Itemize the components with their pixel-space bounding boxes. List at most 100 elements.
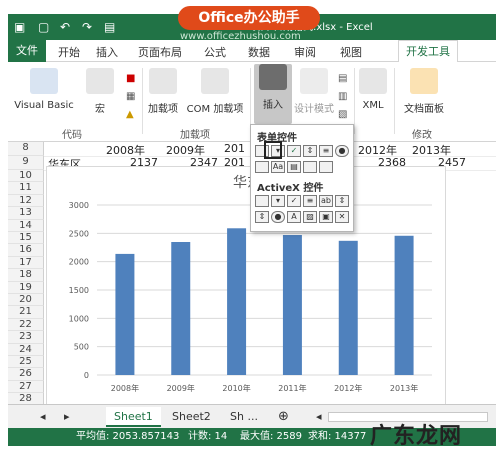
xml-button[interactable]: XML <box>358 68 388 111</box>
activex-label-icon[interactable]: A <box>287 211 301 223</box>
x-tick-label: 2011年 <box>278 383 306 393</box>
com-addins-button[interactable]: COM 加载项 <box>184 68 246 115</box>
tab-home[interactable]: 开始 <box>58 44 80 60</box>
y-tick-label: 1500 <box>69 286 89 295</box>
macro-button[interactable]: 宏 <box>80 68 120 115</box>
tab-developer[interactable]: 开发工具 <box>398 40 458 63</box>
addins-button[interactable]: 加载项 <box>146 68 180 115</box>
row-header[interactable]: 8 <box>8 142 44 156</box>
label-control-icon[interactable]: Aa <box>271 161 285 173</box>
row-header[interactable]: 17 <box>8 256 44 270</box>
prev-sheet-icon[interactable]: ◂ <box>32 407 54 427</box>
text-field-icon[interactable] <box>303 161 317 173</box>
bar <box>282 235 302 375</box>
site-watermark-url: www.officezhushou.com <box>180 31 301 42</box>
bar-chart[interactable]: 华东 0 500 1000 1500 2000 2500 3000 2008年 2009年 2010… <box>46 166 446 406</box>
site-watermark: Office办公助手 <box>178 6 320 30</box>
undo-icon[interactable]: ↶ <box>60 14 70 40</box>
activex-toggle-icon[interactable]: ▣ <box>319 211 333 223</box>
row-header[interactable]: 11 <box>8 182 44 195</box>
group-label-code: 代码 <box>62 130 82 141</box>
row-header[interactable]: 24 <box>8 343 44 356</box>
save-icon[interactable]: ▢ <box>38 14 49 40</box>
activex-checkbox-icon[interactable]: ✓ <box>287 195 301 207</box>
tab-insert[interactable]: 插入 <box>96 44 118 60</box>
status-count: 计数: 14 <box>188 431 228 442</box>
document-panel-icon <box>410 68 438 94</box>
sheet-tab-sheet2[interactable]: Sheet2 <box>164 407 219 427</box>
document-panel-button[interactable]: 文档面板 <box>398 68 450 115</box>
addins-label: 加载项 <box>148 104 178 115</box>
visual-basic-label: Visual Basic <box>14 100 74 111</box>
sheet-tab-sheet1[interactable]: Sheet1 <box>106 407 161 427</box>
hscroll-left-icon[interactable]: ◂ <box>308 407 330 427</box>
redo-icon[interactable]: ↷ <box>82 14 92 40</box>
design-mode-icon <box>300 68 328 94</box>
y-tick-label: 1000 <box>69 314 89 323</box>
tab-page-layout[interactable]: 页面布局 <box>138 44 182 60</box>
macro-icon <box>86 68 114 94</box>
row-header[interactable]: 25 <box>8 356 44 369</box>
ribbon-tab-bar: 文件 开始 插入 页面布局 公式 数据 审阅 视图 开发工具 <box>8 40 496 63</box>
cell[interactable]: 201 <box>224 142 245 155</box>
chart-canvas: 华东0500100015002000250030002008年 2009年 2010… <box>69 175 432 393</box>
status-average: 平均值: 2053.857143 <box>76 431 180 442</box>
y-tick-label: 3000 <box>69 201 89 210</box>
corner-watermark: 广东龙网 <box>370 424 463 449</box>
row-header[interactable]: 26 <box>8 368 44 381</box>
visual-basic-button[interactable]: Visual Basic <box>14 68 74 111</box>
x-tick-label: 2009年 <box>167 383 195 393</box>
activex-scroll-icon[interactable]: ⇕ <box>335 195 349 207</box>
activex-list-icon[interactable]: ≡ <box>303 195 317 207</box>
activex-textbox-icon[interactable]: ab <box>319 195 333 207</box>
tab-view[interactable]: 视图 <box>340 44 362 60</box>
row-header[interactable]: 27 <box>8 380 44 394</box>
macro-security-icon[interactable]: ▲ <box>126 102 134 128</box>
row-header[interactable]: 9 <box>8 156 44 170</box>
x-tick-label: 2012年 <box>334 383 362 393</box>
row-header[interactable]: 23 <box>8 331 44 344</box>
activex-spin-icon[interactable]: ⇕ <box>255 211 269 223</box>
status-max: 最大值: 2589 <box>240 431 302 442</box>
add-sheet-icon[interactable]: ⊕ <box>270 407 297 427</box>
more-controls-icon[interactable]: ✕ <box>335 211 349 223</box>
scroll-bar-icon[interactable]: ▤ <box>287 161 301 173</box>
activex-combo-icon[interactable]: ▾ <box>271 195 285 207</box>
row-header[interactable]: 22 <box>8 318 44 332</box>
row-header[interactable]: 10 <box>8 170 44 183</box>
group-label-addins: 加载项 <box>180 130 210 141</box>
row-header[interactable]: 21 <box>8 306 44 319</box>
design-mode-button[interactable]: 设计模式 <box>294 68 334 115</box>
row-header[interactable]: 15 <box>8 232 44 245</box>
doc-panel-label: 文档面板 <box>404 104 444 115</box>
insert-controls-button[interactable]: 插入 <box>254 64 292 124</box>
activex-option-icon[interactable]: ● <box>271 211 285 223</box>
insert-label: 插入 <box>263 100 283 111</box>
tab-data[interactable]: 数据 <box>248 44 270 60</box>
row-header[interactable]: 19 <box>8 281 44 294</box>
tab-formulas[interactable]: 公式 <box>204 44 226 60</box>
option-button-icon[interactable]: ● <box>335 145 349 157</box>
row-header[interactable]: 18 <box>8 269 44 282</box>
group-separator <box>394 68 395 134</box>
list-box-icon[interactable]: ≡ <box>319 145 333 157</box>
row-header[interactable]: 13 <box>8 207 44 220</box>
activex-image-icon[interactable]: ▨ <box>303 211 317 223</box>
combo-list-edit-icon[interactable] <box>319 161 333 173</box>
next-sheet-icon[interactable]: ▸ <box>56 407 78 427</box>
sheet-tab-more[interactable]: Sh ... <box>222 407 266 427</box>
folder-icon[interactable]: ▤ <box>104 14 115 40</box>
bar <box>338 240 358 375</box>
row-header[interactable]: 16 <box>8 244 44 257</box>
group-box-icon[interactable] <box>255 161 269 173</box>
checkbox-control-icon[interactable]: ✓ <box>287 145 301 157</box>
tab-review[interactable]: 审阅 <box>294 44 316 60</box>
row-header[interactable]: 14 <box>8 219 44 232</box>
spin-button-icon[interactable]: ⇕ <box>303 145 317 157</box>
tab-file[interactable]: 文件 <box>8 40 46 62</box>
row-header[interactable]: 12 <box>8 194 44 208</box>
activex-button-icon[interactable] <box>255 195 269 207</box>
row-header[interactable]: 20 <box>8 294 44 307</box>
y-tick-label: 2000 <box>69 258 89 267</box>
selected-control-highlight <box>264 141 282 159</box>
